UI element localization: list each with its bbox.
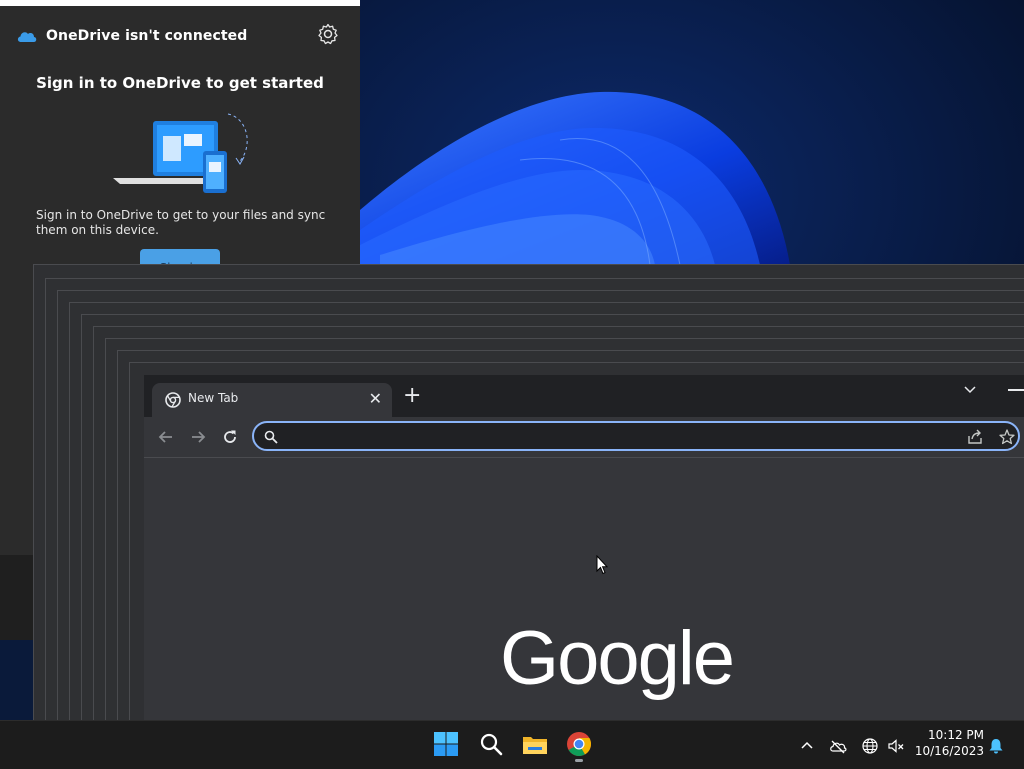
minimize-button[interactable] bbox=[1008, 389, 1024, 391]
onedrive-heading: Sign in to OneDrive to get started bbox=[36, 74, 324, 92]
tab-title: New Tab bbox=[188, 391, 239, 405]
file-explorer-icon[interactable] bbox=[522, 731, 548, 757]
onedrive-bottom-band bbox=[0, 555, 33, 640]
show-hidden-icons-chevron-icon[interactable] bbox=[798, 737, 816, 755]
search-icon[interactable] bbox=[478, 731, 504, 757]
address-bar[interactable] bbox=[252, 421, 1020, 451]
chrome-favicon-icon bbox=[165, 392, 181, 408]
forward-arrow-icon[interactable] bbox=[188, 427, 208, 447]
chrome-window: New Tab ✕ + Google bbox=[144, 375, 1024, 720]
bookmark-star-icon[interactable] bbox=[998, 428, 1016, 446]
onedrive-header: OneDrive isn't connected bbox=[16, 24, 247, 48]
taskbar-clock[interactable]: 10:12 PM 10/16/2023 bbox=[912, 727, 984, 759]
network-icon[interactable] bbox=[861, 737, 879, 755]
clock-date: 10/16/2023 bbox=[914, 744, 984, 758]
google-logo: Google bbox=[500, 616, 735, 701]
onedrive-title: OneDrive isn't connected bbox=[46, 28, 248, 44]
chrome-running-indicator bbox=[575, 759, 583, 762]
chrome-toolbar bbox=[144, 417, 1024, 458]
search-icon bbox=[264, 430, 278, 444]
start-icon[interactable] bbox=[433, 731, 459, 757]
back-arrow-icon[interactable] bbox=[156, 427, 176, 447]
share-icon[interactable] bbox=[966, 428, 984, 446]
volume-muted-icon[interactable] bbox=[887, 737, 905, 755]
new-tab-button[interactable]: + bbox=[403, 385, 421, 407]
chevron-down-icon[interactable] bbox=[962, 381, 978, 397]
onedrive-offline-icon[interactable] bbox=[829, 737, 847, 755]
tab-strip: New Tab ✕ + bbox=[144, 375, 1024, 417]
address-input[interactable] bbox=[286, 427, 940, 447]
clock-time: 10:12 PM bbox=[928, 728, 984, 742]
taskbar bbox=[0, 720, 1024, 769]
tab-close-icon[interactable]: ✕ bbox=[369, 389, 382, 408]
mouse-cursor-icon bbox=[596, 555, 608, 575]
reload-icon[interactable] bbox=[220, 427, 240, 447]
gear-icon[interactable] bbox=[316, 22, 340, 46]
chrome-icon[interactable] bbox=[566, 731, 592, 757]
onedrive-cloud-icon bbox=[17, 32, 37, 42]
tab-new-tab[interactable]: New Tab ✕ bbox=[152, 383, 392, 417]
onedrive-description: Sign in to OneDrive to get to your files… bbox=[36, 208, 326, 237]
onedrive-devices-illustration bbox=[113, 113, 248, 193]
notification-bell-icon[interactable] bbox=[987, 737, 1005, 755]
